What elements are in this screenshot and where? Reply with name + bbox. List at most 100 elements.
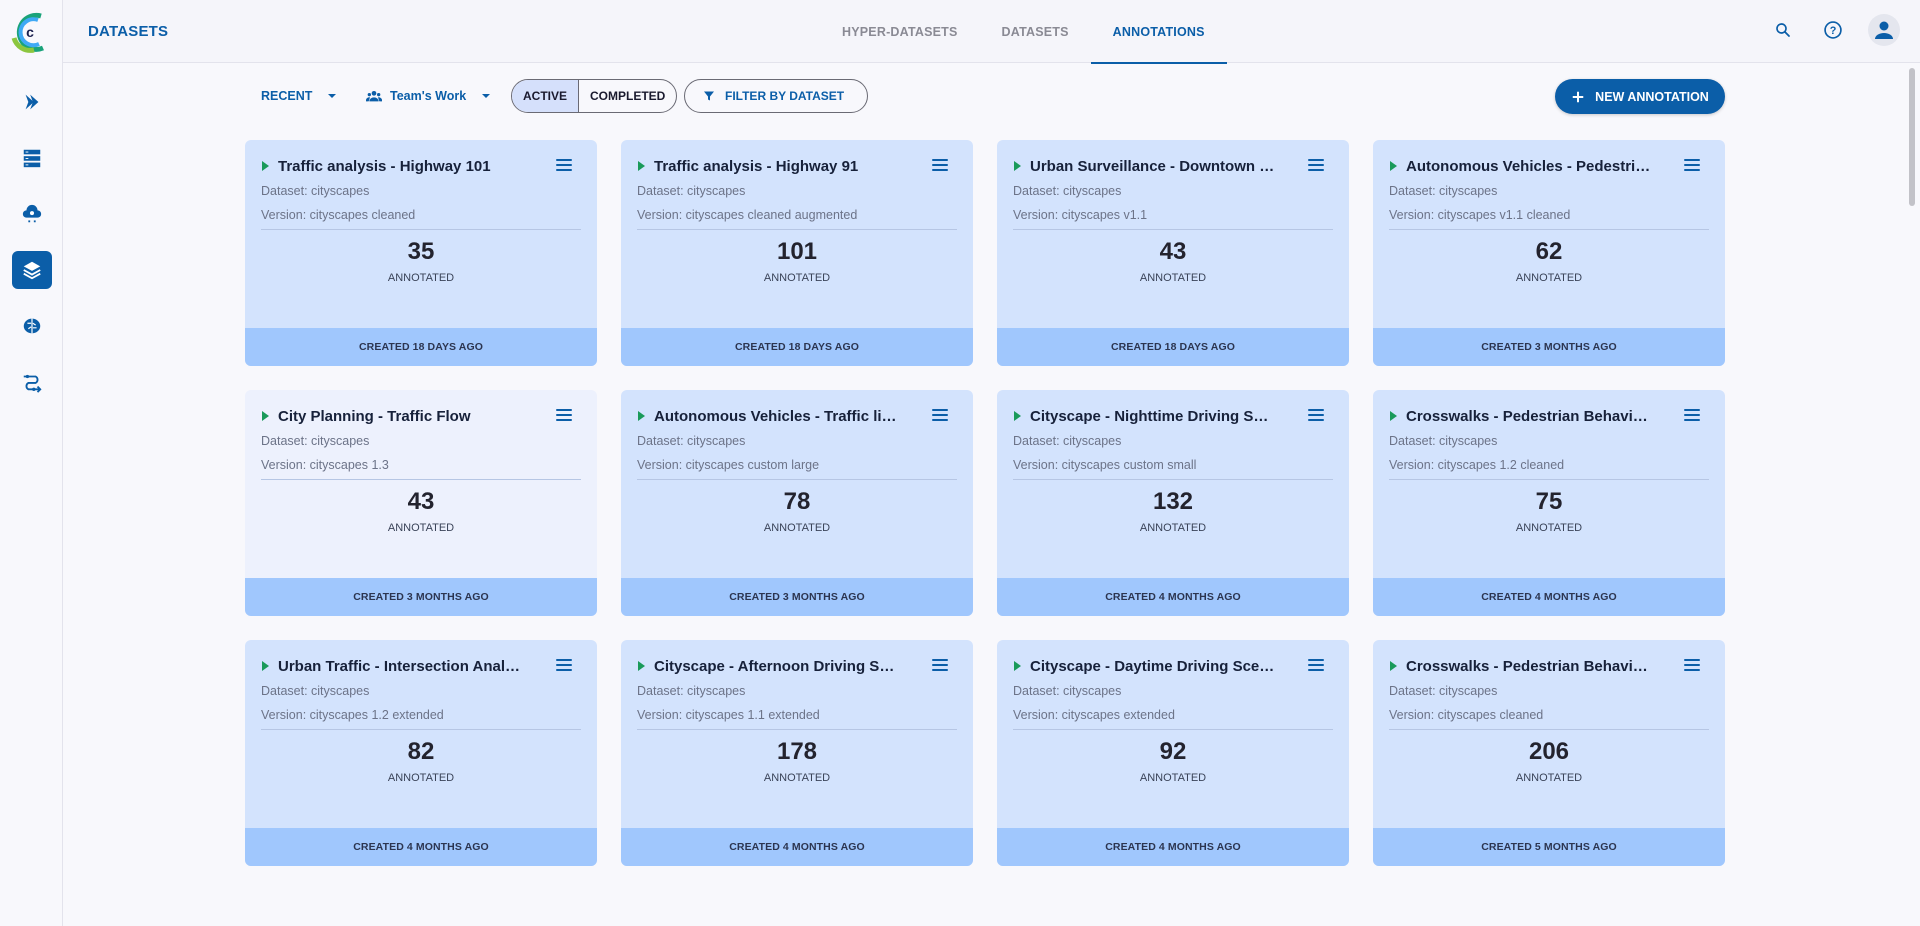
play-icon[interactable] <box>1390 661 1397 671</box>
menu-icon[interactable] <box>932 658 948 672</box>
tab-datasets[interactable]: DATASETS <box>980 0 1091 63</box>
card-title: Traffic analysis - Highway 101 <box>278 157 491 175</box>
sidebar-item-orchestration[interactable] <box>12 195 52 233</box>
status-toggle: ACTIVE COMPLETED <box>511 79 678 113</box>
annotation-card[interactable]: Cityscape - Afternoon Driving Scenes Dat… <box>621 640 973 866</box>
annotation-card[interactable]: Urban Surveillance - Downtown Stre... Da… <box>997 140 1349 366</box>
annotation-card[interactable]: City Planning - Traffic Flow Dataset: ci… <box>245 390 597 616</box>
workflow-arrows-icon <box>23 374 42 393</box>
annotation-card[interactable]: Autonomous Vehicles - Traffic light ... … <box>621 390 973 616</box>
card-header: Urban Traffic - Intersection Analysis <box>262 656 580 676</box>
scrollbar[interactable] <box>1909 68 1915 206</box>
play-icon[interactable] <box>1014 661 1021 671</box>
annotated-count: 101 <box>776 238 818 265</box>
play-icon[interactable] <box>262 161 269 171</box>
play-icon[interactable] <box>1014 411 1021 421</box>
menu-icon[interactable] <box>556 158 572 172</box>
toggle-completed[interactable]: COMPLETED <box>579 80 676 112</box>
card-version: Version: cityscapes 1.2 extended <box>261 708 444 722</box>
card-header: Cityscape - Afternoon Driving Scenes <box>638 656 956 676</box>
menu-icon[interactable] <box>1308 408 1324 422</box>
annotated-count: 178 <box>776 738 818 765</box>
play-icon[interactable] <box>638 661 645 671</box>
menu-icon[interactable] <box>1684 158 1700 172</box>
card-title: Autonomous Vehicles - Pedestrian ... <box>1406 157 1651 175</box>
menu-icon[interactable] <box>932 408 948 422</box>
annotated-label: ANNOTATED <box>1139 522 1207 534</box>
scope-dropdown[interactable]: Team's Work <box>366 79 491 113</box>
play-icon[interactable] <box>1014 161 1021 171</box>
card-header: Traffic analysis - Highway 91 <box>638 156 956 176</box>
annotation-card[interactable]: Crosswalks - Pedestrian Behavior P... Da… <box>1373 390 1725 616</box>
annotation-card[interactable]: Cityscape - Daytime Driving Scenes Datas… <box>997 640 1349 866</box>
user-avatar[interactable] <box>1868 14 1900 46</box>
sort-label: RECENT <box>261 89 313 103</box>
help-icon: ? <box>1824 21 1842 39</box>
annotated-label: ANNOTATED <box>387 772 455 784</box>
sidebar-item-datasets[interactable] <box>12 251 52 289</box>
card-created: CREATED 3 MONTHS AGO <box>1373 328 1725 366</box>
menu-icon[interactable] <box>1684 408 1700 422</box>
annotation-card[interactable]: Urban Traffic - Intersection Analysis Da… <box>245 640 597 866</box>
annotated-label: ANNOTATED <box>1515 522 1583 534</box>
sidebar-item-datastore[interactable] <box>12 139 52 177</box>
annotated-count: 82 <box>407 738 435 765</box>
toggle-active[interactable]: ACTIVE <box>512 80 580 112</box>
annotated-count: 92 <box>1159 738 1187 765</box>
annotation-card[interactable]: Traffic analysis - Highway 101 Dataset: … <box>245 140 597 366</box>
card-created: CREATED 4 MONTHS AGO <box>997 578 1349 616</box>
toolbar: RECENT Team's Work ACTIVE COMPLETED FILT… <box>245 79 1725 114</box>
play-icon[interactable] <box>638 411 645 421</box>
new-annotation-button[interactable]: NEW ANNOTATION <box>1555 79 1725 114</box>
sort-dropdown[interactable]: RECENT <box>261 79 337 113</box>
help-button[interactable]: ? <box>1818 15 1848 45</box>
sidebar-item-models[interactable] <box>12 307 52 345</box>
plus-icon <box>1572 91 1584 102</box>
annotation-card[interactable]: Traffic analysis - Highway 91 Dataset: c… <box>621 140 973 366</box>
annotated-count: 75 <box>1535 488 1563 515</box>
page-title: DATASETS <box>88 23 169 40</box>
svg-text:?: ? <box>1830 25 1837 37</box>
card-header: City Planning - Traffic Flow <box>262 406 580 426</box>
menu-icon[interactable] <box>1308 658 1324 672</box>
menu-icon[interactable] <box>1308 158 1324 172</box>
search-button[interactable] <box>1768 15 1798 45</box>
play-icon[interactable] <box>1390 411 1397 421</box>
tab-hyper-datasets[interactable]: HYPER-DATASETS <box>820 0 980 63</box>
annotation-grid: Traffic analysis - Highway 101 Dataset: … <box>245 140 1725 866</box>
filter-by-dataset-button[interactable]: FILTER BY DATASET <box>684 79 869 113</box>
menu-icon[interactable] <box>556 408 572 422</box>
sidebar-item-workflows[interactable] <box>12 363 52 401</box>
annotated-count: 132 <box>1152 488 1194 515</box>
top-header: DATASETS HYPER-DATASETS DATASETS ANNOTAT… <box>63 0 1920 64</box>
card-dataset: Dataset: cityscapes <box>637 684 746 698</box>
play-icon[interactable] <box>1390 161 1397 171</box>
menu-icon[interactable] <box>1684 658 1700 672</box>
card-title: Urban Surveillance - Downtown Stre... <box>1030 157 1275 175</box>
card-created: CREATED 4 MONTHS AGO <box>621 828 973 866</box>
card-divider <box>1013 229 1333 230</box>
annotation-card[interactable]: Autonomous Vehicles - Pedestrian ... Dat… <box>1373 140 1725 366</box>
annotation-card[interactable]: Crosswalks - Pedestrian Behavior P... Da… <box>1373 640 1725 866</box>
team-icon <box>366 91 382 102</box>
logo-icon[interactable]: c <box>8 8 52 56</box>
play-icon[interactable] <box>638 161 645 171</box>
card-version: Version: cityscapes cleaned <box>261 208 416 222</box>
card-title: Crosswalks - Pedestrian Behavior P... <box>1406 657 1651 675</box>
svg-text:c: c <box>26 24 34 40</box>
tab-bar: HYPER-DATASETS DATASETS ANNOTATIONS <box>820 0 1227 64</box>
card-divider <box>1389 729 1709 730</box>
card-created: CREATED 4 MONTHS AGO <box>997 828 1349 866</box>
play-icon[interactable] <box>262 661 269 671</box>
card-version: Version: cityscapes custom small <box>1013 458 1197 472</box>
card-dataset: Dataset: cityscapes <box>1389 184 1498 198</box>
annotation-card[interactable]: Cityscape - Nighttime Driving Scenes Dat… <box>997 390 1349 616</box>
card-dataset: Dataset: cityscapes <box>261 684 370 698</box>
play-icon[interactable] <box>262 411 269 421</box>
menu-icon[interactable] <box>932 158 948 172</box>
card-created: CREATED 18 DAYS AGO <box>621 328 973 366</box>
menu-icon[interactable] <box>556 658 572 672</box>
sidebar-item-pipelines[interactable] <box>12 83 52 121</box>
card-header: Crosswalks - Pedestrian Behavior P... <box>1390 656 1708 676</box>
tab-annotations[interactable]: ANNOTATIONS <box>1090 0 1227 64</box>
